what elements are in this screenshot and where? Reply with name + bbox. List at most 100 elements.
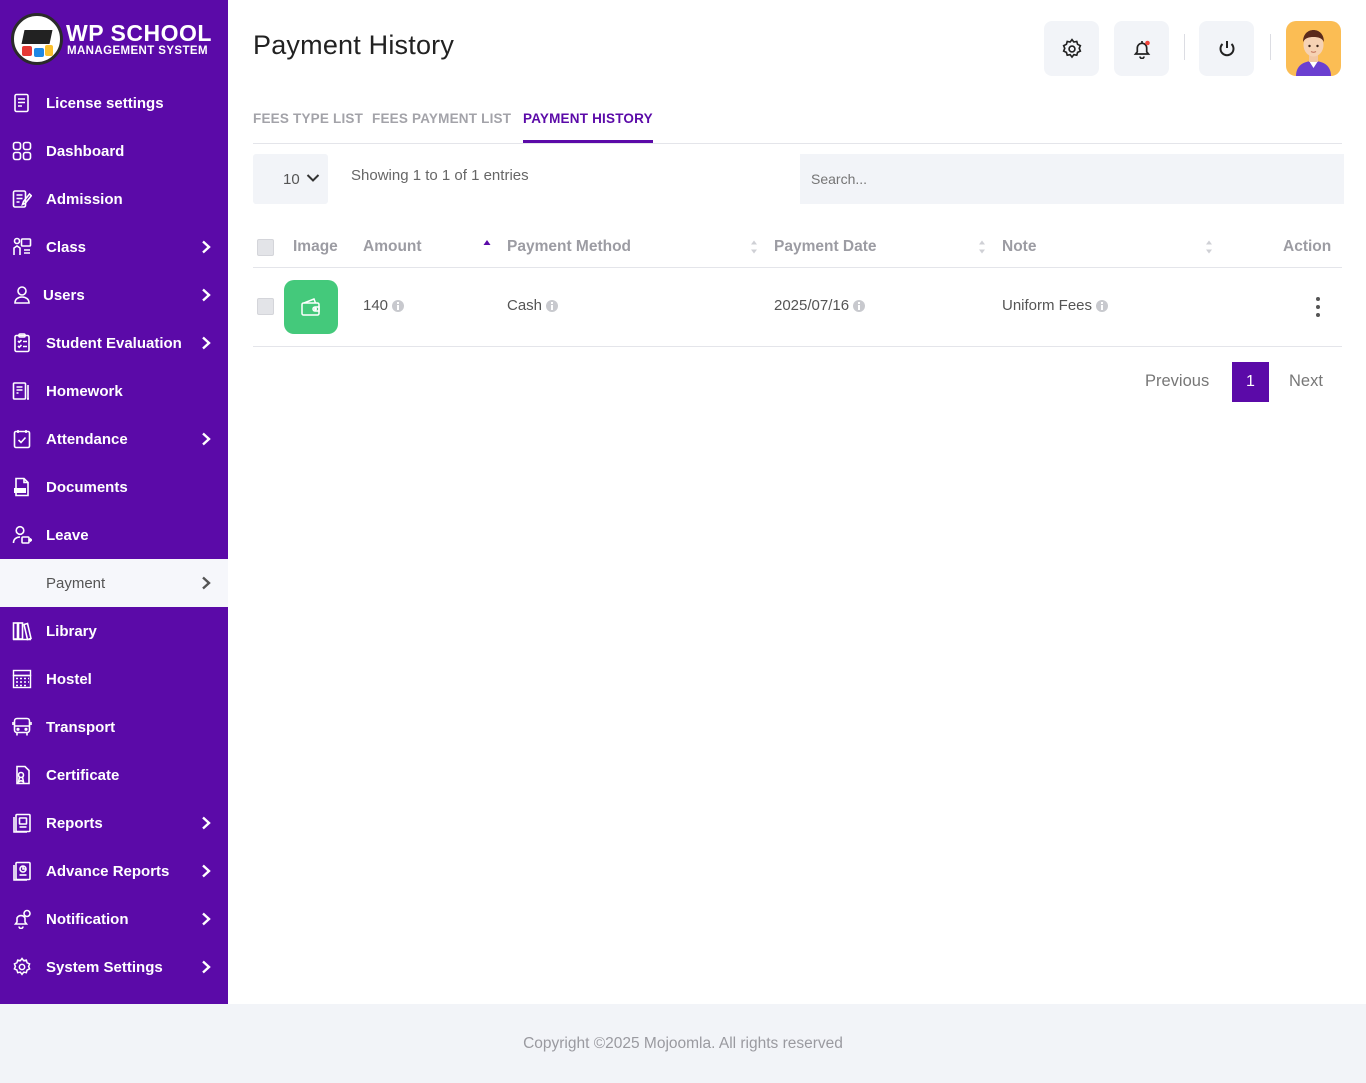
document-icon bbox=[11, 476, 33, 498]
copyright-text: Copyright ©2025 Mojoomla. All rights res… bbox=[523, 1034, 843, 1052]
row-checkbox[interactable] bbox=[257, 298, 274, 315]
chevron-right-icon bbox=[202, 576, 211, 590]
sidebar-item-notification[interactable]: Notification bbox=[0, 895, 228, 943]
sidebar-item-student-evaluation[interactable]: Student Evaluation bbox=[0, 319, 228, 367]
payment-method-value: Cash bbox=[507, 297, 543, 314]
pagination-page-1[interactable]: 1 bbox=[1232, 362, 1269, 402]
sidebar-item-leave[interactable]: Leave bbox=[0, 511, 228, 559]
sidebar-item-label: Leave bbox=[46, 526, 89, 544]
attendance-icon bbox=[11, 428, 33, 450]
sidebar-item-homework[interactable]: Homework bbox=[0, 367, 228, 415]
payment-tabs: FEES TYPE LIST FEES PAYMENT LIST PAYMENT… bbox=[253, 100, 1342, 144]
gear-icon bbox=[11, 956, 33, 978]
sidebar-item-label: Student Evaluation bbox=[46, 334, 182, 352]
class-icon bbox=[11, 236, 33, 258]
page-length-select[interactable]: 10 bbox=[253, 154, 328, 204]
notification-icon bbox=[11, 908, 33, 930]
leave-icon bbox=[11, 524, 33, 546]
chevron-right-icon bbox=[202, 864, 211, 878]
column-header-payment-date[interactable]: Payment Date bbox=[774, 238, 877, 256]
page-title: Payment History bbox=[253, 30, 455, 60]
tab-payment-history[interactable]: PAYMENT HISTORY bbox=[523, 111, 653, 143]
sidebar-item-dashboard[interactable]: Dashboard bbox=[0, 127, 228, 175]
sidebar-item-admission[interactable]: Admission bbox=[0, 175, 228, 223]
tab-fees-type-list[interactable]: FEES TYPE LIST bbox=[253, 111, 363, 143]
info-icon[interactable] bbox=[546, 299, 559, 312]
sidebar-item-documents[interactable]: Documents bbox=[0, 463, 228, 511]
sidebar-item-reports[interactable]: Reports bbox=[0, 799, 228, 847]
pagination-next[interactable]: Next bbox=[1289, 372, 1323, 391]
sidebar-item-label: Advance Reports bbox=[46, 862, 170, 880]
sidebar-item-label: Hostel bbox=[46, 670, 92, 688]
sidebar-item-library[interactable]: Library bbox=[0, 607, 228, 655]
sidebar-item-label: Transport bbox=[46, 718, 116, 736]
page-length-value: 10 bbox=[283, 170, 300, 188]
settings-button[interactable] bbox=[1044, 21, 1099, 76]
homework-icon bbox=[11, 380, 33, 402]
tab-fees-payment-list[interactable]: FEES PAYMENT LIST bbox=[372, 111, 511, 143]
table-header: Image Amount Payment Method Payment Date… bbox=[253, 226, 1342, 268]
hostel-icon bbox=[11, 668, 33, 690]
sidebar-item-class[interactable]: Class bbox=[0, 223, 228, 271]
sidebar-item-label: Certificate bbox=[46, 766, 120, 784]
chevron-right-icon bbox=[202, 288, 211, 302]
sidebar-item-label: System Settings bbox=[46, 958, 163, 976]
column-header-action: Action bbox=[1283, 238, 1332, 255]
license-icon bbox=[11, 92, 33, 114]
header-divider bbox=[1270, 34, 1271, 60]
app-logo[interactable]: WP SCHOOL MANAGEMENT SYSTEM bbox=[0, 0, 228, 78]
payment-icon bbox=[11, 572, 33, 594]
sidebar-item-label: Reports bbox=[46, 814, 103, 832]
chevron-right-icon bbox=[202, 960, 211, 974]
sidebar-item-users[interactable]: Users bbox=[0, 271, 228, 319]
sidebar-item-label: Admission bbox=[46, 190, 123, 208]
payment-date-value: 2025/07/16 bbox=[774, 297, 850, 314]
sidebar-item-payment[interactable]: Payment bbox=[0, 559, 228, 607]
sidebar-item-label: Library bbox=[46, 622, 97, 640]
sort-asc-icon bbox=[483, 240, 491, 245]
sidebar-item-advance-reports[interactable]: Advance Reports bbox=[0, 847, 228, 895]
info-icon[interactable] bbox=[1096, 299, 1109, 312]
sidebar-nav: License settings Dashboard Admission Cla… bbox=[0, 79, 228, 991]
reports-icon bbox=[11, 812, 33, 834]
logo-subtitle: MANAGEMENT SYSTEM bbox=[67, 44, 208, 57]
sort-icon bbox=[751, 240, 757, 254]
notifications-button[interactable] bbox=[1114, 21, 1169, 76]
avatar[interactable] bbox=[1286, 21, 1341, 76]
bell-icon bbox=[1133, 40, 1150, 59]
column-header-amount[interactable]: Amount bbox=[363, 238, 422, 256]
table-row: 140 Cash 2025/07/16 Uniform Fees bbox=[253, 268, 1342, 347]
user-icon bbox=[11, 284, 33, 306]
header-divider bbox=[1184, 34, 1185, 60]
entries-info: Showing 1 to 1 of 1 entries bbox=[351, 167, 529, 184]
column-header-image[interactable]: Image bbox=[293, 238, 338, 256]
sidebar-item-label: Payment bbox=[46, 574, 106, 592]
info-icon[interactable] bbox=[853, 299, 866, 312]
sidebar-item-certificate[interactable]: Certificate bbox=[0, 751, 228, 799]
info-icon[interactable] bbox=[392, 299, 405, 312]
row-actions-menu-icon[interactable] bbox=[1314, 297, 1322, 319]
logout-button[interactable] bbox=[1199, 21, 1254, 76]
library-icon bbox=[11, 620, 33, 642]
sidebar-item-label: Class bbox=[46, 238, 87, 256]
sidebar-item-hostel[interactable]: Hostel bbox=[0, 655, 228, 703]
dashboard-grid-icon bbox=[11, 140, 33, 162]
chevron-right-icon bbox=[202, 432, 211, 446]
sidebar-item-label: Homework bbox=[46, 382, 123, 400]
cell-payment-method: Cash bbox=[507, 297, 559, 314]
sort-icon bbox=[979, 240, 985, 254]
sort-icon bbox=[1206, 240, 1212, 254]
search-input[interactable] bbox=[800, 154, 1344, 204]
note-value: Uniform Fees bbox=[1002, 297, 1093, 314]
column-header-note[interactable]: Note bbox=[1002, 238, 1036, 256]
column-header-payment-method[interactable]: Payment Method bbox=[507, 238, 631, 256]
select-all-checkbox[interactable] bbox=[257, 239, 274, 256]
bus-icon bbox=[11, 716, 33, 738]
sidebar-item-transport[interactable]: Transport bbox=[0, 703, 228, 751]
pagination-previous[interactable]: Previous bbox=[1145, 372, 1209, 391]
sidebar-item-attendance[interactable]: Attendance bbox=[0, 415, 228, 463]
sidebar-item-system-settings[interactable]: System Settings bbox=[0, 943, 228, 991]
chevron-down-icon bbox=[306, 174, 320, 182]
chevron-right-icon bbox=[202, 816, 211, 830]
sidebar-item-license-settings[interactable]: License settings bbox=[0, 79, 228, 127]
